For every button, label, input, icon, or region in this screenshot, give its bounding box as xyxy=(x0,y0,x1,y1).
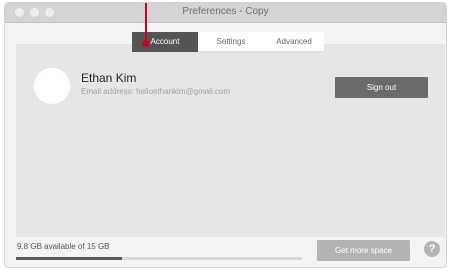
tab-advanced[interactable]: Advanced xyxy=(264,32,324,52)
storage-progress-fill xyxy=(16,257,122,260)
storage-status: 9.8 GB available of 15 GB xyxy=(17,242,110,251)
sign-out-button[interactable]: Sign out xyxy=(335,77,428,98)
tab-bar: Account Settings Advanced xyxy=(132,32,324,52)
get-more-space-button[interactable]: Get more space xyxy=(317,240,410,261)
account-name: Ethan Kim xyxy=(81,71,137,85)
help-icon[interactable]: ? xyxy=(424,241,440,257)
window-title: Preferences - Copy xyxy=(182,6,269,17)
title-bar: Preferences - Copy xyxy=(5,3,446,23)
storage-progress-bar xyxy=(16,257,302,260)
preferences-window: Preferences - Copy Ethan Kim Email addre… xyxy=(4,2,447,268)
avatar xyxy=(34,68,70,104)
cursor-marker-line xyxy=(145,3,147,42)
cursor-marker-dot xyxy=(142,40,149,47)
account-email: Email address: helloethankim@gmail.com xyxy=(81,87,231,96)
tab-settings[interactable]: Settings xyxy=(198,32,264,52)
account-panel: Ethan Kim Email address: helloethankim@g… xyxy=(16,44,445,237)
